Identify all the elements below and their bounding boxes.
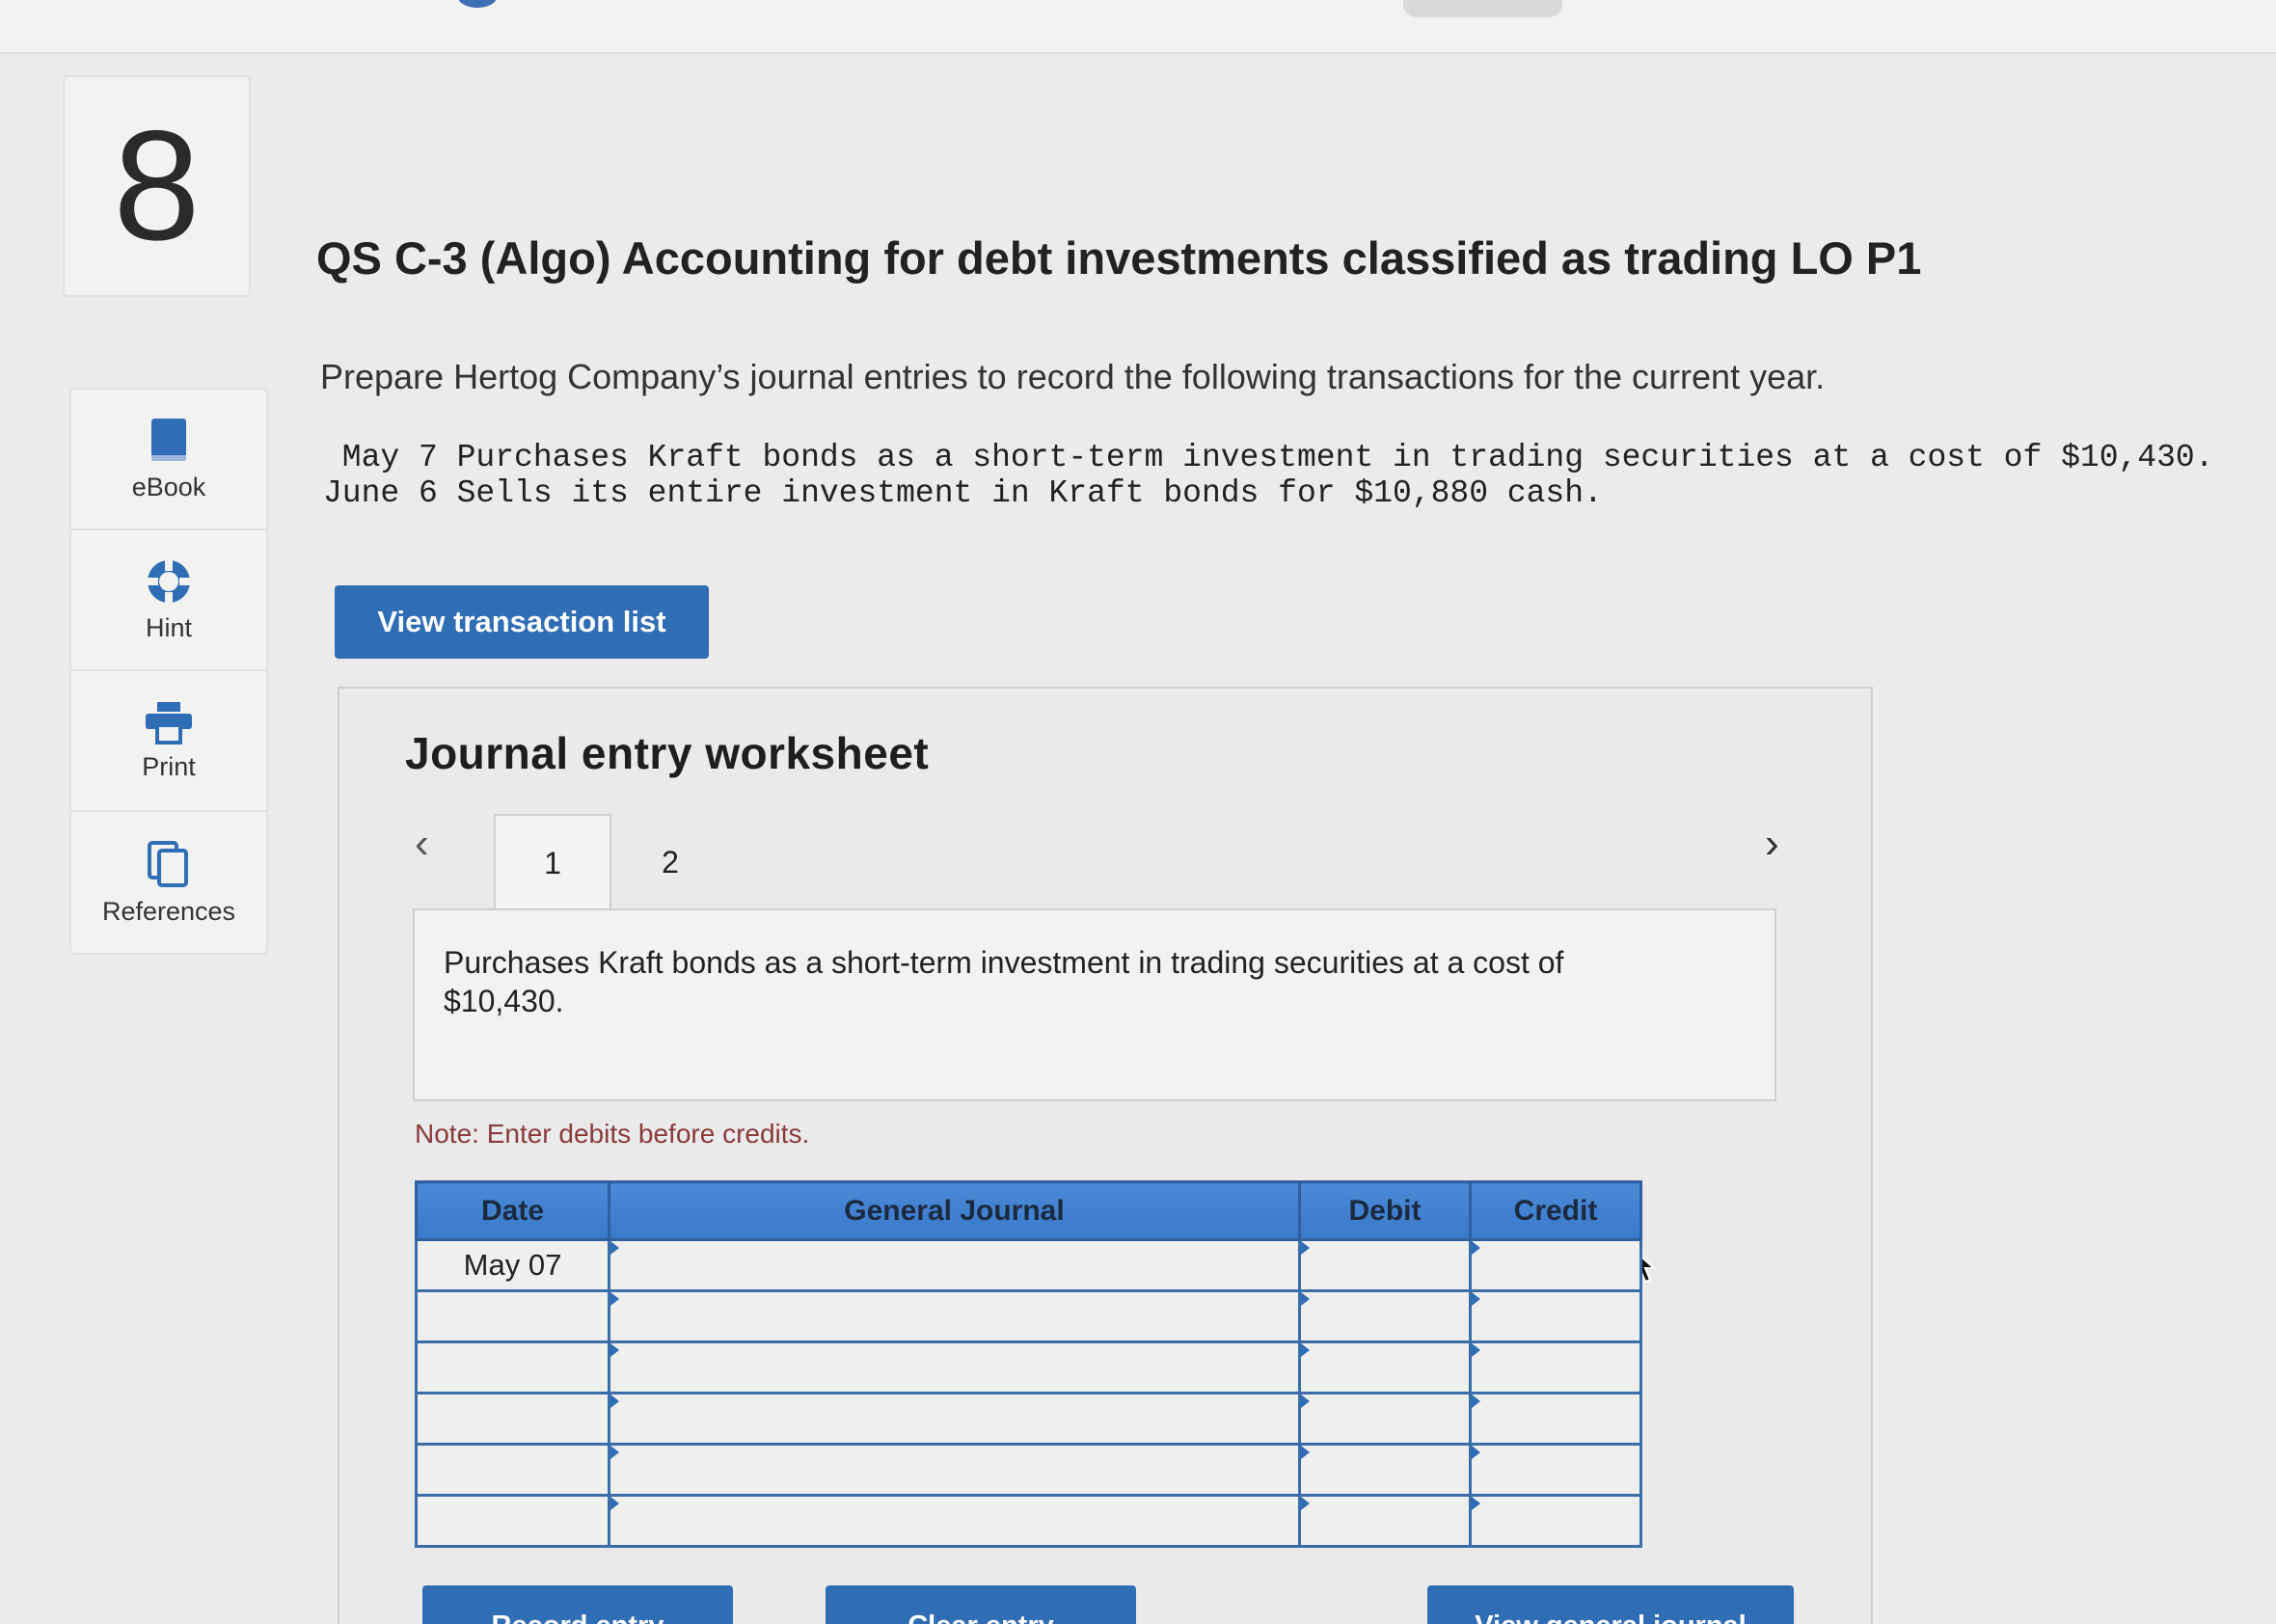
column-header-date: Date	[415, 1180, 610, 1241]
top-pill-button[interactable]	[1403, 0, 1562, 17]
sidebar-item-references[interactable]: References	[71, 812, 266, 953]
top-bar	[0, 0, 2276, 54]
transaction-description-box: Purchases Kraft bonds as a short-term in…	[413, 908, 1776, 1284]
dropdown-marker-icon	[610, 1497, 619, 1510]
assignment-page: 8 eBook Hint Print References QS C-3 (Al…	[0, 0, 2276, 1624]
dropdown-marker-icon	[610, 1394, 619, 1408]
column-header-debit: Debit	[1298, 1180, 1472, 1241]
debit-cell[interactable]	[1298, 1443, 1472, 1497]
column-header-credit: Credit	[1469, 1180, 1642, 1241]
input-marker-icon	[1472, 1446, 1480, 1459]
tab-2[interactable]: 2	[611, 814, 729, 910]
transaction-line: June 6 Sells its entire investment in Kr…	[323, 475, 1603, 511]
input-marker-icon	[1472, 1343, 1480, 1357]
next-tab-arrow-icon[interactable]: ›	[1765, 820, 1779, 868]
date-cell[interactable]	[415, 1494, 610, 1548]
debit-cell[interactable]	[1298, 1392, 1472, 1446]
top-indicator	[458, 0, 497, 8]
sidebar-item-label: Hint	[145, 612, 192, 642]
view-transaction-list-button[interactable]: View transaction list	[335, 585, 709, 659]
account-cell[interactable]	[608, 1494, 1301, 1548]
question-number: 8	[113, 98, 201, 273]
worksheet-title: Journal entry worksheet	[405, 728, 930, 778]
sidebar-item-label: eBook	[131, 472, 206, 501]
account-cell[interactable]	[608, 1340, 1301, 1394]
input-marker-icon	[1472, 1394, 1480, 1408]
date-cell[interactable]	[415, 1443, 610, 1497]
table-row	[415, 1443, 1642, 1497]
account-cell[interactable]	[608, 1392, 1301, 1446]
credit-cell[interactable]	[1469, 1238, 1642, 1292]
input-marker-icon	[1472, 1292, 1480, 1306]
sidebar-item-label: References	[101, 896, 236, 926]
debit-cell[interactable]	[1298, 1494, 1472, 1548]
input-marker-icon	[1301, 1292, 1310, 1306]
dropdown-marker-icon	[610, 1343, 619, 1357]
debits-note: Note: Enter debits before credits.	[415, 1119, 810, 1149]
view-general-journal-button[interactable]: View general journal	[1427, 1585, 1794, 1624]
debit-cell[interactable]	[1298, 1340, 1472, 1394]
sidebar-item-ebook[interactable]: eBook	[71, 390, 266, 530]
dropdown-marker-icon	[610, 1241, 619, 1255]
previous-tab-arrow-icon[interactable]: ‹	[415, 820, 429, 868]
journal-table: Date General Journal Debit Credit May 07	[415, 1180, 1642, 1548]
copy-icon	[148, 840, 188, 887]
clear-entry-button[interactable]: Clear entry	[826, 1585, 1136, 1624]
account-cell[interactable]	[608, 1289, 1301, 1343]
sidebar-item-print[interactable]: Print	[71, 671, 266, 812]
input-marker-icon	[1301, 1241, 1310, 1255]
lifebuoy-icon	[147, 558, 191, 604]
input-marker-icon	[1472, 1241, 1480, 1255]
transaction-list: May 7 Purchases Kraft bonds as a short-t…	[323, 440, 2214, 511]
account-cell[interactable]	[608, 1238, 1301, 1292]
debit-cell[interactable]	[1298, 1238, 1472, 1292]
credit-cell[interactable]	[1469, 1494, 1642, 1548]
table-row	[415, 1289, 1642, 1343]
transaction-line: May 7 Purchases Kraft bonds as a short-t…	[323, 440, 2214, 475]
tab-1[interactable]: 1	[494, 814, 611, 910]
table-row: May 07	[415, 1238, 1642, 1292]
sidebar-item-hint[interactable]: Hint	[71, 530, 266, 671]
date-cell[interactable]	[415, 1289, 610, 1343]
input-marker-icon	[1472, 1497, 1480, 1510]
table-row	[415, 1392, 1642, 1446]
question-title: QS C-3 (Algo) Accounting for debt invest…	[316, 232, 1922, 284]
credit-cell[interactable]	[1469, 1443, 1642, 1497]
date-cell[interactable]	[415, 1392, 610, 1446]
column-header-general-journal: General Journal	[608, 1180, 1301, 1241]
input-marker-icon	[1301, 1497, 1310, 1510]
table-row	[415, 1340, 1642, 1394]
input-marker-icon	[1301, 1446, 1310, 1459]
dropdown-marker-icon	[610, 1446, 619, 1459]
input-marker-icon	[1301, 1394, 1310, 1408]
record-entry-button[interactable]: Record entry	[422, 1585, 733, 1624]
credit-cell[interactable]	[1469, 1340, 1642, 1394]
input-marker-icon	[1301, 1343, 1310, 1357]
date-cell[interactable]: May 07	[415, 1238, 610, 1292]
table-header-row: Date General Journal Debit Credit	[415, 1180, 1642, 1241]
table-row	[415, 1494, 1642, 1548]
tools-sidebar: eBook Hint Print References	[69, 388, 268, 955]
book-icon	[151, 418, 186, 461]
account-cell[interactable]	[608, 1443, 1301, 1497]
question-intro: Prepare Hertog Company’s journal entries…	[320, 357, 1826, 396]
sidebar-item-label: Print	[142, 751, 196, 781]
credit-cell[interactable]	[1469, 1392, 1642, 1446]
date-cell[interactable]	[415, 1340, 610, 1394]
journal-entry-worksheet: Journal entry worksheet ‹ 1 2 › Purchase…	[338, 687, 1873, 1624]
printer-icon	[146, 701, 192, 744]
credit-cell[interactable]	[1469, 1289, 1642, 1343]
question-number-box: 8	[63, 75, 251, 297]
dropdown-marker-icon	[610, 1292, 619, 1306]
debit-cell[interactable]	[1298, 1289, 1472, 1343]
transaction-description: Purchases Kraft bonds as a short-term in…	[444, 945, 1564, 1018]
